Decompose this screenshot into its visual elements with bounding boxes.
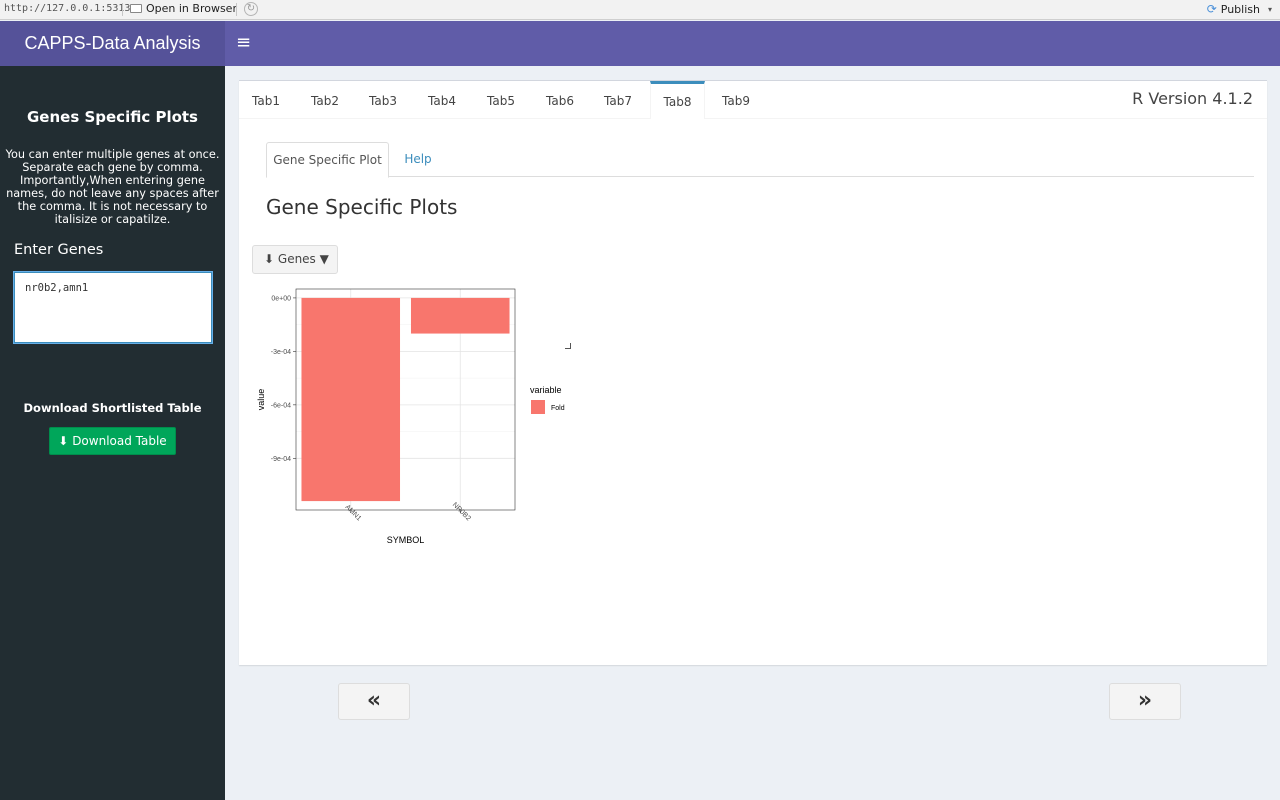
legend-title: variable bbox=[530, 385, 562, 395]
previous-button[interactable]: « bbox=[338, 683, 410, 720]
main-tabs: Tab1 Tab2 Tab3 Tab4 Tab5 Tab6 Tab7 Tab8 … bbox=[239, 81, 1267, 119]
caret-down-icon: ▼ bbox=[319, 252, 329, 266]
main-box: Tab1 Tab2 Tab3 Tab4 Tab5 Tab6 Tab7 Tab8 … bbox=[239, 80, 1267, 665]
genes-dropdown-label: Genes bbox=[277, 252, 316, 266]
sidebar: Genes Specific Plots You can enter multi… bbox=[0, 66, 225, 800]
y-tick-label: 0e+00 bbox=[271, 295, 291, 302]
window-icon bbox=[130, 4, 142, 13]
genes-download-dropdown[interactable]: ⬇ Genes ▼ bbox=[252, 245, 338, 274]
app-logo[interactable]: CAPPS-Data Analysis bbox=[0, 21, 225, 66]
toolbar-divider bbox=[122, 3, 123, 16]
tab-4[interactable]: Tab4 bbox=[415, 81, 469, 119]
tab-8[interactable]: Tab8 bbox=[650, 81, 705, 119]
bar-nr0b2 bbox=[410, 297, 510, 334]
download-icon: ⬇ bbox=[58, 434, 69, 448]
viewer-url: http://127.0.0.1:5313 bbox=[4, 3, 131, 14]
publish-icon: ⟳ bbox=[1206, 2, 1217, 16]
chevron-down-icon: ▾ bbox=[1267, 4, 1272, 14]
enter-genes-label: Enter Genes bbox=[14, 242, 104, 258]
page-title: Gene Specific Plots bbox=[266, 195, 458, 219]
y-tick-label: -6e-04 bbox=[271, 402, 291, 409]
tab-3[interactable]: Tab3 bbox=[356, 81, 410, 119]
tab-1[interactable]: Tab1 bbox=[239, 81, 293, 119]
download-shortlisted-label: Download Shortlisted Table bbox=[23, 401, 202, 415]
publish-button[interactable]: ⟳ Publish ▾ bbox=[1207, 2, 1272, 16]
bar-amn1 bbox=[301, 297, 401, 502]
y-axis-title: value bbox=[256, 389, 266, 411]
bar-chart: 0e+00-3e-04-6e-04-9e-04AMN1 NR0B2SYMBOLva… bbox=[256, 288, 565, 545]
y-tick-label: -3e-04 bbox=[271, 349, 291, 356]
download-table-label: Download Table bbox=[72, 434, 167, 448]
tab-5[interactable]: Tab5 bbox=[474, 81, 528, 119]
download-table-button[interactable]: ⬇ Download Table bbox=[49, 427, 176, 455]
tab-gene-specific-plot[interactable]: Gene Specific Plot bbox=[266, 142, 389, 178]
genes-input[interactable] bbox=[13, 271, 213, 344]
toolbar-divider bbox=[236, 3, 237, 16]
gene-plot: 0e+00 -3e-04 -6e-04 -9e-04 AMN1 NR0B2 SYMBOL va… bbox=[252, 281, 574, 551]
r-version-label: R Version 4.1.2 bbox=[1132, 89, 1253, 108]
y-tick-label: -9e-04 bbox=[271, 456, 291, 463]
download-icon: ⬇ bbox=[264, 252, 275, 266]
tab-6[interactable]: Tab6 bbox=[533, 81, 587, 119]
open-in-browser-label: Open in Browser bbox=[146, 2, 237, 15]
app-header: CAPPS-Data Analysis ≡ bbox=[0, 21, 1280, 66]
tab-help[interactable]: Help bbox=[394, 142, 442, 178]
resize-handle-icon[interactable] bbox=[565, 343, 571, 349]
tab-9[interactable]: Tab9 bbox=[709, 81, 763, 119]
tab-7[interactable]: Tab7 bbox=[591, 81, 645, 119]
x-axis-title: SYMBOL bbox=[387, 535, 425, 545]
legend-key bbox=[531, 400, 545, 414]
publish-label: Publish bbox=[1220, 2, 1260, 16]
sidebar-instructions: You can enter multiple genes at once. Se… bbox=[5, 148, 220, 226]
refresh-icon[interactable]: ↻ bbox=[244, 2, 258, 16]
viewer-toolbar: http://127.0.0.1:5313 Open in Browser ↻ … bbox=[0, 0, 1280, 20]
open-in-browser-button[interactable]: Open in Browser bbox=[130, 2, 237, 15]
legend-item: Fold bbox=[551, 405, 565, 412]
sub-tabs: Gene Specific Plot Help bbox=[266, 142, 1254, 178]
tab-2[interactable]: Tab2 bbox=[298, 81, 352, 119]
sidebar-title: Genes Specific Plots bbox=[26, 108, 198, 126]
hamburger-icon[interactable]: ≡ bbox=[236, 33, 251, 53]
next-button[interactable]: » bbox=[1109, 683, 1181, 720]
